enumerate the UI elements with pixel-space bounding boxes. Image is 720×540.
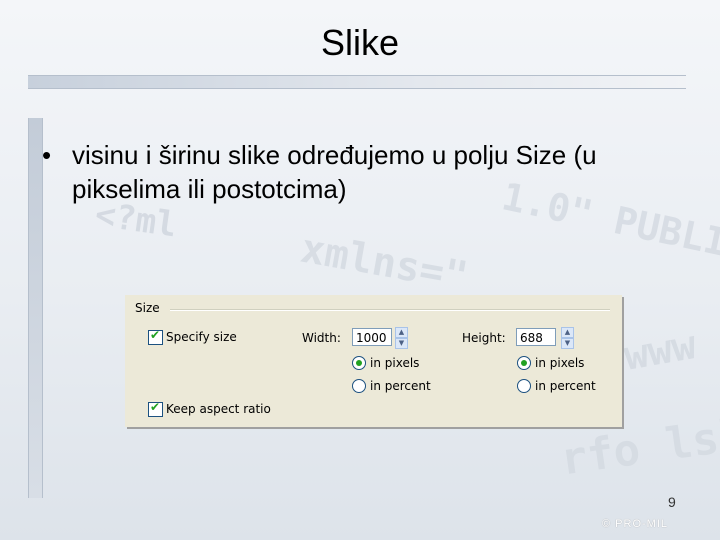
bullet-point: • visinu i širinu slike određujemo u pol… <box>42 138 692 206</box>
width-spinner[interactable]: ▲ ▼ <box>395 327 408 349</box>
height-pixels-label: in pixels <box>535 356 585 370</box>
spin-down-icon[interactable]: ▼ <box>561 338 574 349</box>
spin-up-icon[interactable]: ▲ <box>395 327 408 338</box>
title-decoration-bar <box>28 75 686 89</box>
size-dialog-screenshot: Size Specify size Width: 1000 ▲ ▼ in pix… <box>125 295 622 427</box>
bullet-dot: • <box>42 140 52 170</box>
width-percent-label: in percent <box>370 379 431 393</box>
keep-aspect-label: Keep aspect ratio <box>166 402 271 416</box>
height-pixels-radio[interactable] <box>517 356 531 370</box>
width-percent-radio[interactable] <box>352 379 366 393</box>
left-decoration-bar <box>28 118 43 498</box>
size-group-label: Size <box>135 301 160 315</box>
height-label: Height: <box>462 331 506 345</box>
background-code-text: xmlns=" <box>297 225 472 301</box>
copyright-logo: © PRO-MIL <box>602 518 668 530</box>
bullet-text: visinu i širinu slike određujemo u polju… <box>72 140 597 204</box>
width-pixels-radio[interactable] <box>352 356 366 370</box>
height-spinner[interactable]: ▲ ▼ <box>561 327 574 349</box>
specify-size-checkbox[interactable] <box>148 328 163 345</box>
specify-size-label: Specify size <box>166 330 237 344</box>
height-percent-label: in percent <box>535 379 596 393</box>
spin-up-icon[interactable]: ▲ <box>561 327 574 338</box>
slide-title: Slike <box>320 22 400 63</box>
height-percent-radio[interactable] <box>517 379 531 393</box>
spin-down-icon[interactable]: ▼ <box>395 338 408 349</box>
group-divider <box>170 309 610 311</box>
page-number: 9 <box>668 494 676 510</box>
keep-aspect-checkbox[interactable] <box>148 400 163 417</box>
height-input[interactable]: 688 <box>516 328 556 346</box>
width-input[interactable]: 1000 <box>352 328 392 346</box>
width-pixels-label: in pixels <box>370 356 420 370</box>
width-label: Width: <box>302 331 341 345</box>
